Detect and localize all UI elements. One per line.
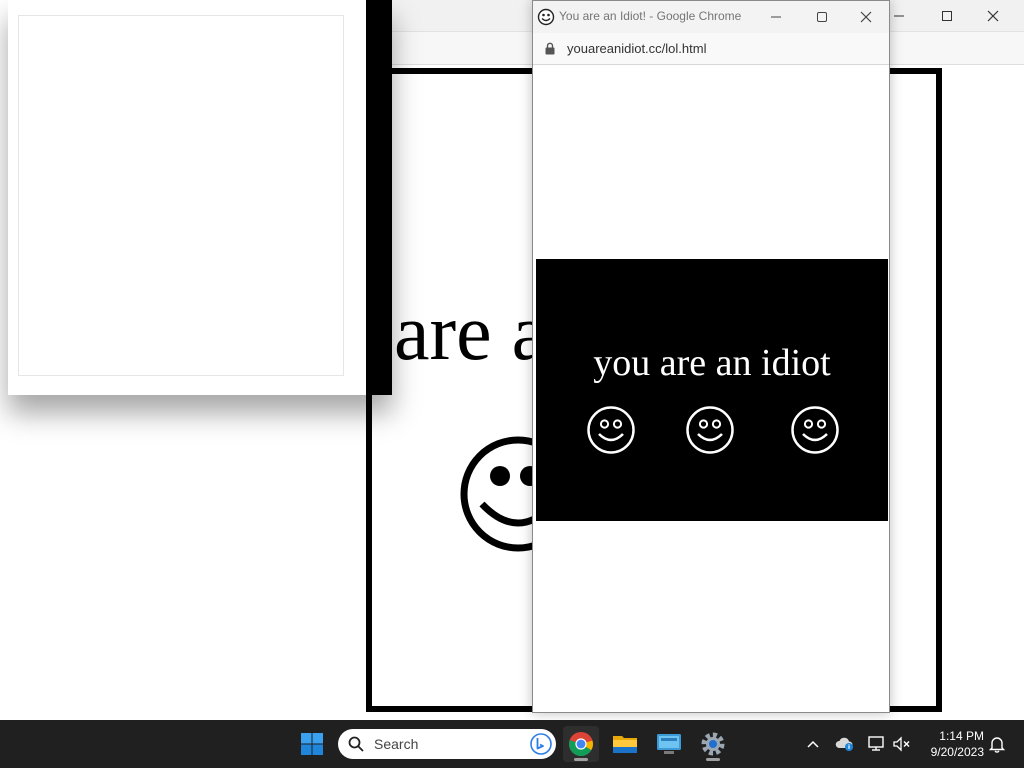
popup-close-button[interactable] — [843, 5, 889, 29]
you-are-an-idiot-popup-window[interactable]: You are an Idiot! - Google Chrome youare… — [532, 0, 890, 713]
onedrive-tray-button[interactable] — [834, 732, 856, 756]
cloud-icon — [835, 737, 853, 751]
windows-logo-icon — [301, 733, 323, 755]
popup-maximize-button[interactable] — [799, 5, 845, 29]
left-popup-content — [18, 15, 344, 376]
chrome-icon — [568, 732, 593, 757]
notifications-button[interactable] — [986, 732, 1008, 756]
close-icon — [860, 11, 872, 23]
close-icon — [987, 10, 999, 22]
bell-icon — [989, 737, 1005, 753]
remote-desktop-icon — [657, 734, 681, 754]
smiley-icon — [686, 406, 734, 454]
taskbar-search-box[interactable]: Search — [338, 729, 556, 759]
search-placeholder: Search — [374, 736, 419, 752]
settings-running-indicator — [706, 758, 720, 761]
smiley-icon — [791, 406, 839, 454]
bing-icon[interactable] — [530, 733, 552, 755]
popup-url-text[interactable]: youareanidiot.cc/lol.html — [567, 41, 706, 56]
idiot-message-text: you are an idiot — [593, 342, 831, 384]
show-hidden-icons-button[interactable] — [802, 732, 824, 756]
minimize-icon — [894, 15, 904, 17]
popup-page-content: you are an idiot — [533, 66, 889, 712]
start-button[interactable] — [296, 728, 328, 760]
popup-address-bar[interactable]: youareanidiot.cc/lol.html — [533, 33, 889, 65]
chrome-running-indicator — [574, 758, 588, 761]
search-icon — [348, 736, 364, 752]
taskbar-file-explorer-button[interactable] — [607, 726, 643, 762]
network-icon — [868, 736, 884, 751]
file-explorer-icon — [613, 736, 637, 753]
taskbar-clock[interactable]: 1:14 PM 9/20/2023 — [920, 728, 984, 760]
smiley-favicon-icon — [537, 8, 555, 26]
background-big-text: are a — [394, 289, 548, 377]
popup-window-title: You are an Idiot! - Google Chrome — [559, 9, 742, 23]
lock-icon[interactable] — [545, 42, 555, 55]
left-window-lower-area — [8, 392, 366, 720]
clock-time: 1:14 PM — [939, 729, 984, 743]
maximize-icon — [942, 11, 952, 21]
left-popup-window[interactable] — [8, 0, 392, 395]
chevron-up-icon — [807, 740, 819, 748]
popup-minimize-button[interactable] — [753, 5, 799, 29]
volume-muted-icon — [893, 736, 910, 752]
clock-date: 9/20/2023 — [930, 745, 984, 759]
popup-titlebar[interactable]: You are an Idiot! - Google Chrome — [533, 1, 889, 33]
idiot-message-panel: you are an idiot — [536, 259, 888, 521]
taskbar-settings-button[interactable] — [695, 726, 731, 762]
background-close-button[interactable] — [970, 4, 1016, 28]
taskbar-chrome-button[interactable] — [563, 726, 599, 762]
maximize-icon — [817, 12, 827, 22]
volume-tray-button[interactable] — [891, 732, 913, 756]
minimize-icon — [771, 16, 781, 18]
settings-icon — [701, 732, 725, 756]
left-popup-black-edge — [366, 0, 392, 395]
smiley-icon — [587, 406, 635, 454]
background-maximize-button[interactable] — [924, 4, 970, 28]
taskbar-remote-desktop-button[interactable] — [651, 726, 687, 762]
network-tray-button[interactable] — [866, 732, 888, 756]
windows-taskbar: Search 1:14 PM 9/20/2023 — [0, 720, 1024, 768]
